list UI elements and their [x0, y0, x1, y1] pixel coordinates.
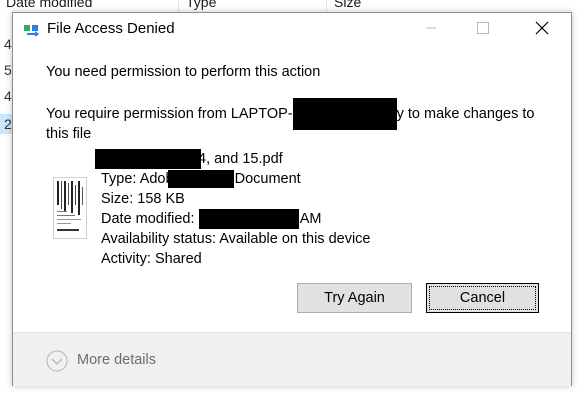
cancel-button[interactable]: Cancel	[426, 283, 539, 313]
redacted-file-type	[167, 170, 234, 189]
redacted-date	[198, 209, 299, 230]
more-details-link[interactable]: More details	[77, 352, 156, 368]
date-label: Date modified:	[101, 211, 195, 227]
minimize-icon	[426, 27, 436, 29]
file-size: Size: 158 KB	[101, 191, 185, 207]
close-button[interactable]	[519, 13, 565, 43]
file-transfer-icon	[24, 23, 44, 37]
pdf-document-thumbnail-icon	[53, 177, 87, 239]
dialog-titlebar[interactable]: File Access Denied	[13, 13, 571, 43]
permission-message: You require permission from LAPTOP-y to …	[46, 98, 556, 144]
column-separator	[326, 0, 327, 12]
minimize-button[interactable]	[408, 13, 454, 43]
message-prefix: You require permission from LAPTOP-	[46, 106, 293, 122]
close-icon	[535, 21, 549, 35]
column-type[interactable]: Type	[186, 0, 216, 10]
try-again-button[interactable]: Try Again	[297, 283, 412, 313]
redacted-file-name	[95, 149, 201, 169]
column-date-modified[interactable]: Date modified	[6, 0, 92, 10]
file-type-prefix: Type: Adob	[101, 171, 174, 187]
redacted-computer-name	[292, 98, 397, 131]
date-suffix: AM	[299, 211, 322, 227]
focus-rectangle	[429, 286, 536, 310]
explorer-row-fragment[interactable]: 4	[4, 36, 12, 52]
dialog-heading: You need permission to perform this acti…	[46, 64, 321, 80]
file-activity: Activity: Shared	[101, 251, 202, 267]
file-access-denied-dialog: File Access Denied You need permission t…	[12, 12, 572, 386]
maximize-icon	[477, 22, 489, 34]
column-size[interactable]: Size	[334, 0, 361, 10]
file-type-suffix: Document	[234, 171, 301, 187]
file-date-modified: Date modified: AM	[101, 209, 322, 230]
file-name-suffix: 4, and 15.pdf	[198, 150, 283, 167]
file-type: Type: Adob Document	[101, 169, 301, 189]
maximize-button[interactable]	[460, 13, 506, 43]
dialog-footer: More details	[13, 332, 571, 386]
explorer-row-fragment[interactable]: 5	[4, 62, 12, 78]
column-separator	[178, 0, 179, 12]
dialog-title: File Access Denied	[47, 20, 175, 37]
explorer-row-fragment[interactable]: 4	[4, 88, 12, 104]
file-name: 4, and 15.pdf	[95, 149, 283, 169]
explorer-column-header: Date modified Type Size	[0, 0, 586, 12]
screen: Date modified Type Size 4 5 4 2 File Acc…	[0, 0, 586, 402]
file-availability: Availability status: Available on this d…	[101, 231, 371, 247]
chevron-down-circle-icon[interactable]	[46, 350, 68, 372]
explorer-row-fragment[interactable]: 2	[4, 116, 12, 132]
